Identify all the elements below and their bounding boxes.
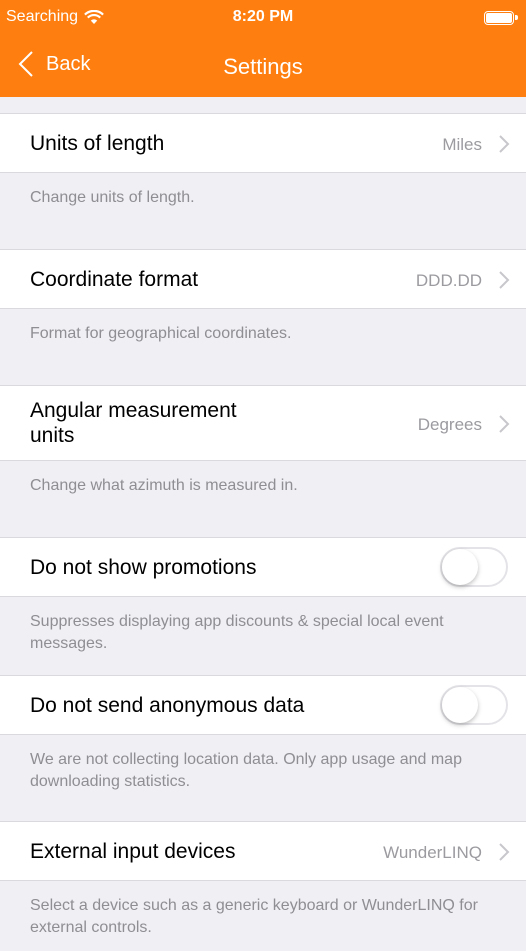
external-input-row[interactable]: External input devices WunderLINQ (0, 821, 526, 881)
promotions-label: Do not show promotions (30, 556, 257, 579)
promotions-row: Do not show promotions (0, 537, 526, 597)
angular-units-value: Degrees (417, 415, 482, 434)
angular-units-label-line1: Angular measurement (30, 399, 237, 422)
coordinate-format-row[interactable]: Coordinate format DDD.DD (0, 249, 526, 309)
angular-units-row[interactable]: Angular measurement units Degrees (0, 385, 526, 461)
angular-units-label-line2: units (30, 424, 75, 447)
coordinate-format-label: Coordinate format (30, 268, 199, 291)
angular-units-description: Change what azimuth is measured in. (0, 461, 526, 537)
units-of-length-value: Miles (442, 135, 482, 154)
chevron-right-icon (499, 843, 510, 861)
toggle-knob (442, 549, 478, 585)
page-title: Settings (223, 54, 303, 79)
promotions-toggle[interactable] (440, 547, 508, 587)
external-input-description: Select a device such as a generic keyboa… (0, 881, 526, 951)
promotions-description: Suppresses displaying app discounts & sp… (0, 597, 526, 675)
anonymous-data-row: Do not send anonymous data (0, 675, 526, 735)
units-of-length-description: Change units of length. (0, 173, 526, 249)
units-of-length-row[interactable]: Units of length Miles (0, 113, 526, 173)
coordinate-format-value: DDD.DD (415, 271, 482, 290)
external-input-value: WunderLINQ (383, 843, 482, 862)
chevron-right-icon (499, 271, 510, 289)
toggle-knob (442, 687, 478, 723)
settings-list: Units of length Miles Change units of le… (0, 97, 526, 951)
anonymous-data-description: We are not collecting location data. Onl… (0, 735, 526, 821)
anonymous-data-label: Do not send anonymous data (30, 694, 305, 717)
navigation-bar: Back Settings (0, 36, 526, 97)
battery-icon (484, 11, 518, 25)
section-spacer (0, 97, 526, 113)
coordinate-format-description: Format for geographical coordinates. (0, 309, 526, 385)
top-bar: Searching 8:20 PM Back Settings (0, 0, 526, 97)
status-time: 8:20 PM (232, 8, 294, 25)
anonymous-data-toggle[interactable] (440, 685, 508, 725)
external-input-label: External input devices (30, 840, 236, 863)
angular-units-label: Angular measurement units (30, 398, 237, 448)
units-of-length-label: Units of length (30, 132, 165, 155)
chevron-right-icon (499, 135, 510, 153)
status-bar: Searching 8:20 PM (0, 0, 526, 36)
chevron-right-icon (499, 415, 510, 433)
